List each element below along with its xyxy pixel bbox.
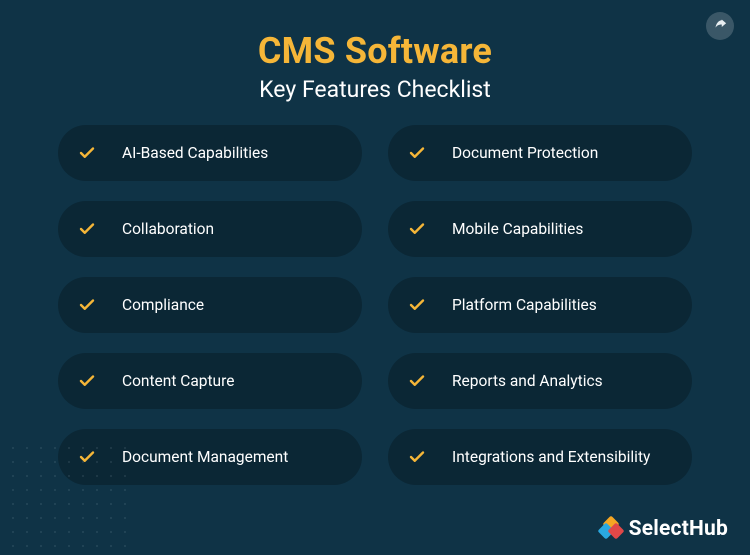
features-grid: AI-Based Capabilities Document Protectio… xyxy=(0,125,750,485)
check-icon xyxy=(398,286,436,324)
feature-label: Document Protection xyxy=(452,144,598,163)
check-icon xyxy=(68,362,106,400)
share-button[interactable] xyxy=(706,12,734,40)
feature-label: Collaboration xyxy=(122,220,214,239)
check-icon xyxy=(398,438,436,476)
selecthub-logo-icon xyxy=(600,518,622,540)
feature-pill: Integrations and Extensibility xyxy=(388,429,692,485)
feature-label: Document Management xyxy=(122,448,288,467)
check-icon xyxy=(398,362,436,400)
share-arrow-icon xyxy=(713,17,728,36)
feature-pill: Document Protection xyxy=(388,125,692,181)
footer-brand: SelectHub xyxy=(600,517,728,541)
feature-pill: Compliance xyxy=(58,277,362,333)
feature-label: Integrations and Extensibility xyxy=(452,448,650,467)
feature-pill: Reports and Analytics xyxy=(388,353,692,409)
check-icon xyxy=(68,134,106,172)
check-icon xyxy=(68,438,106,476)
feature-pill: Mobile Capabilities xyxy=(388,201,692,257)
feature-label: Reports and Analytics xyxy=(452,372,603,391)
feature-label: Mobile Capabilities xyxy=(452,220,583,239)
feature-label: Compliance xyxy=(122,296,204,315)
feature-pill: Content Capture xyxy=(58,353,362,409)
feature-pill: Collaboration xyxy=(58,201,362,257)
check-icon xyxy=(398,134,436,172)
feature-label: Content Capture xyxy=(122,372,234,391)
feature-pill: Document Management xyxy=(58,429,362,485)
feature-label: Platform Capabilities xyxy=(452,296,597,315)
page-title: CMS Software xyxy=(0,30,750,72)
check-icon xyxy=(68,286,106,324)
page-subtitle: Key Features Checklist xyxy=(0,76,750,103)
feature-label: AI-Based Capabilities xyxy=(122,144,268,163)
brand-name: SelectHub xyxy=(629,517,728,541)
feature-pill: Platform Capabilities xyxy=(388,277,692,333)
check-icon xyxy=(398,210,436,248)
header: CMS Software Key Features Checklist xyxy=(0,0,750,125)
check-icon xyxy=(68,210,106,248)
feature-pill: AI-Based Capabilities xyxy=(58,125,362,181)
